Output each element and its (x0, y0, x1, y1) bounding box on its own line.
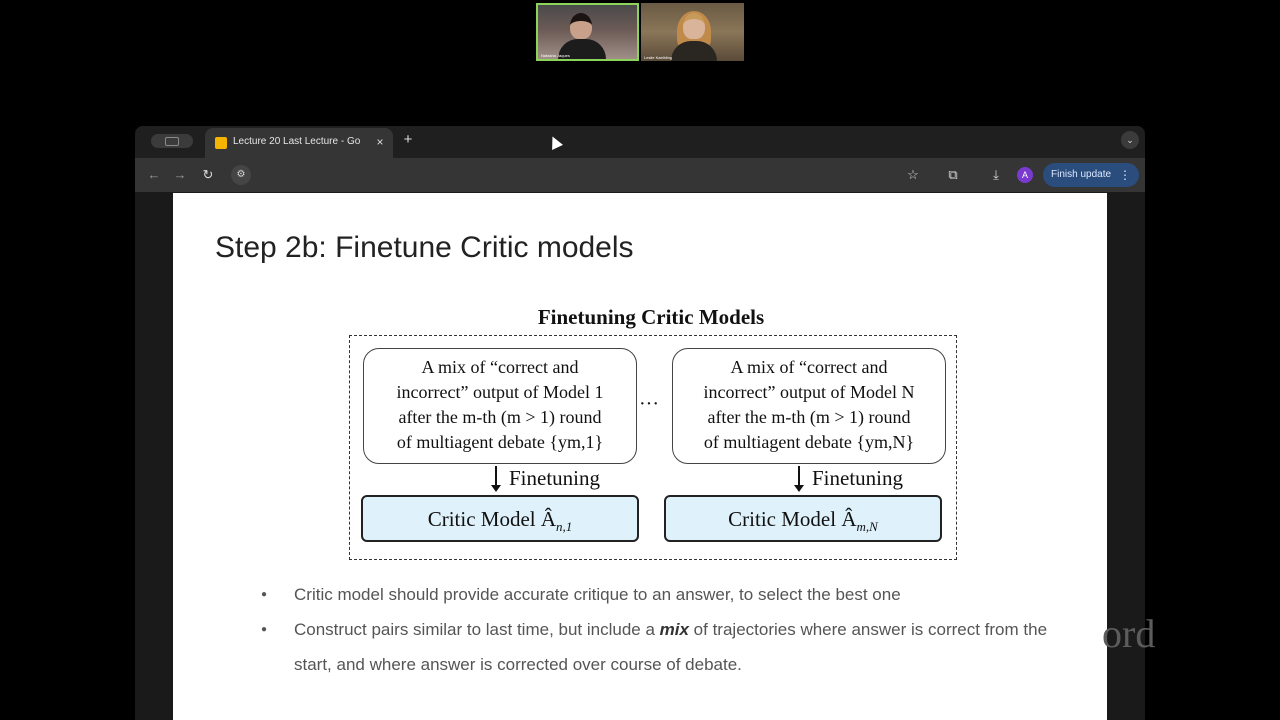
figure-title: Finetuning Critic Models (537, 305, 765, 329)
bullet-item: Construct pairs similar to last time, bu… (257, 612, 1077, 682)
critic-subscript: m,N (856, 519, 878, 535)
new-tab-button[interactable]: + (400, 131, 416, 149)
bookmark-star-icon[interactable]: ☆ (904, 166, 922, 184)
reload-icon[interactable]: ↻ (199, 166, 217, 184)
critic-label: Critic Model Â (728, 507, 857, 531)
critic-label: Critic Model Â (427, 507, 557, 531)
slide-title: Step 2b: Finetune Critic models (215, 231, 634, 264)
down-arrow-icon (794, 466, 804, 492)
participant-name: Natasha Jaques (541, 53, 570, 58)
back-arrow-icon[interactable]: ← (145, 166, 163, 184)
critic-model-1-box: Critic Model Ân,1 (361, 495, 639, 542)
finish-update-label: Finish update (1051, 169, 1112, 180)
bullet-list: Critic model should provide accurate cri… (257, 577, 1077, 682)
chevron-down-icon[interactable]: ⌄ (1121, 131, 1139, 149)
profile-avatar[interactable]: A (1017, 167, 1033, 183)
finetuning-label: Finetuning (812, 466, 904, 490)
browser-toolbar: ← → ↻ ⚙ ☆ ⧉ ⤓ A Finish update ⋮ (135, 158, 1145, 192)
critic-model-n-box: Critic Model Âm,N (664, 495, 942, 542)
slides-favicon-icon (215, 137, 227, 149)
more-menu-icon[interactable]: ⋮ (1119, 163, 1131, 187)
close-icon[interactable]: × (373, 134, 387, 150)
critic-subscript: n,1 (556, 519, 573, 535)
tab-search-button[interactable] (151, 134, 193, 148)
video-thumbnails: Natasha Jaques Leslie Kaelbling (536, 3, 744, 61)
tab-title: Lecture 20 Last Lecture - Go (233, 136, 361, 147)
box-line: of multiagent debate {ym,1} (396, 432, 604, 452)
bullet-text: Construct pairs similar to last time, bu… (294, 620, 660, 639)
ellipsis: ··· (639, 393, 659, 415)
watermark: ord (1102, 611, 1156, 656)
finish-update-button[interactable]: Finish update ⋮ (1043, 163, 1139, 187)
box-line: of multiagent debate {ym,N} (703, 432, 915, 452)
model-n-output-box: A mix of “correct and incorrect” output … (672, 348, 946, 464)
down-arrow-icon (491, 466, 501, 492)
tab-lecture-20[interactable]: Lecture 20 Last Lecture - Go × (205, 128, 393, 158)
box-line: after the m-th (m > 1) round (398, 407, 602, 427)
finetuning-label: Finetuning (509, 466, 601, 490)
bullet-item: Critic model should provide accurate cri… (257, 577, 1077, 612)
extensions-icon[interactable]: ⧉ (944, 166, 962, 184)
download-icon[interactable]: ⤓ (987, 166, 1005, 184)
address-bar[interactable]: ⚙ (231, 163, 921, 187)
site-settings-icon[interactable]: ⚙ (231, 165, 251, 185)
participant-head (683, 13, 705, 39)
bullet-emphasis: mix (659, 620, 689, 639)
box-line: A mix of “correct and (421, 357, 579, 377)
participant-tile-active-speaker[interactable]: Natasha Jaques (536, 3, 639, 61)
forward-arrow-icon[interactable]: → (171, 166, 189, 184)
participant-head (570, 13, 592, 39)
tab-strip: Lecture 20 Last Lecture - Go × + ⌄ (135, 126, 1145, 158)
box-line: incorrect” output of Model 1 (396, 382, 604, 402)
box-line: incorrect” output of Model N (703, 382, 915, 402)
box-line: A mix of “correct and (730, 357, 888, 377)
model-1-output-box: A mix of “correct and incorrect” output … (363, 348, 637, 464)
box-line: after the m-th (m > 1) round (707, 407, 911, 427)
presentation-slide: Step 2b: Finetune Critic models Finetuni… (173, 193, 1107, 720)
participant-name: Leslie Kaelbling (644, 55, 673, 60)
participant-tile[interactable]: Leslie Kaelbling (641, 3, 744, 61)
